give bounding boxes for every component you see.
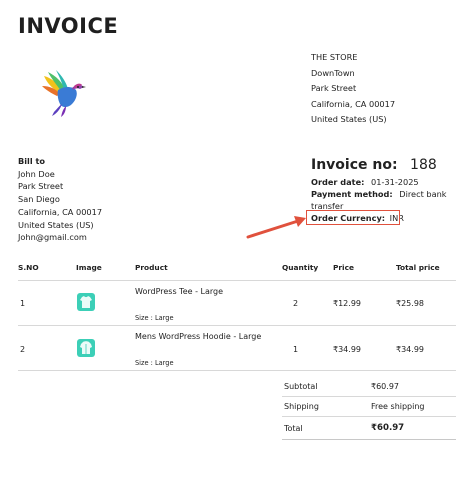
row1-qty: 2 — [293, 299, 299, 308]
store-line: DownTown — [311, 67, 355, 78]
bill-to-line: California, CA 00017 — [18, 206, 103, 217]
invoice-title: INVOICE — [18, 14, 119, 38]
header-divider — [18, 280, 456, 281]
col-product: Product — [135, 263, 168, 272]
row-divider — [18, 325, 456, 326]
bill-to: Bill to John Doe Park Street San Diego C… — [18, 155, 102, 244]
subtotal-label: Subtotal — [284, 382, 318, 391]
row2-qty: 1 — [293, 345, 299, 354]
row2-total: ₹34.99 — [396, 345, 424, 354]
row2-product: Mens WordPress Hoodie - Large — [135, 332, 262, 341]
row1-sno: 1 — [20, 299, 26, 308]
order-date-value: 01-31-2025 — [371, 177, 419, 187]
invoice-number: Invoice no: 188 — [311, 157, 437, 173]
store-line: California, CA 00017 — [311, 98, 396, 109]
totals-divider — [282, 416, 456, 417]
bill-to-email: John@gmail.com — [18, 232, 87, 243]
totals-divider — [282, 396, 456, 397]
shipping-value: Free shipping — [371, 402, 425, 411]
order-date: Order date: 01-31-2025 — [311, 177, 419, 187]
bill-to-line: John Doe — [18, 168, 55, 179]
invoice-number-label: Invoice no: — [311, 157, 398, 173]
bill-to-line: United States (US) — [18, 219, 94, 230]
bill-to-line: Park Street — [18, 181, 64, 192]
row1-meta: Size : Large — [135, 314, 174, 322]
row-divider — [18, 370, 456, 371]
shipping-label: Shipping — [284, 402, 319, 411]
row1-total: ₹25.98 — [396, 299, 424, 308]
tshirt-icon — [77, 293, 95, 311]
payment-method-label: Payment method: — [311, 189, 393, 199]
total-label: Total — [284, 424, 303, 433]
payment-method-value: Direct bank — [399, 189, 447, 199]
hoodie-icon — [77, 339, 95, 357]
row1-product: WordPress Tee - Large — [135, 287, 224, 296]
row2-meta: Size : Large — [135, 359, 174, 367]
bill-to-line: San Diego — [18, 194, 60, 205]
store-address: THE STORE DownTown Park Street Californi… — [311, 50, 395, 128]
payment-method: Payment method: Direct bank — [311, 189, 447, 199]
order-date-label: Order date: — [311, 177, 365, 187]
row2-sno: 2 — [20, 345, 26, 354]
col-quantity: Quantity — [282, 263, 319, 272]
col-sno: S.NO — [18, 263, 39, 272]
total-value: ₹60.97 — [371, 423, 405, 433]
row2-price: ₹34.99 — [333, 345, 361, 354]
col-total-price: Total price — [396, 263, 440, 272]
col-image: Image — [76, 263, 102, 272]
store-line: THE STORE — [311, 52, 358, 62]
invoice-number-value: 188 — [410, 157, 437, 173]
currency-highlight-box — [306, 210, 400, 225]
col-price: Price — [333, 263, 354, 272]
store-line: Park Street — [311, 83, 357, 93]
bill-to-heading: Bill to — [18, 156, 46, 166]
bird-logo — [38, 66, 90, 118]
subtotal-value: ₹60.97 — [371, 382, 399, 391]
row1-price: ₹12.99 — [333, 299, 361, 308]
totals-divider — [282, 439, 456, 440]
store-line: United States (US) — [311, 114, 387, 124]
pointer-arrow-icon — [244, 214, 310, 242]
